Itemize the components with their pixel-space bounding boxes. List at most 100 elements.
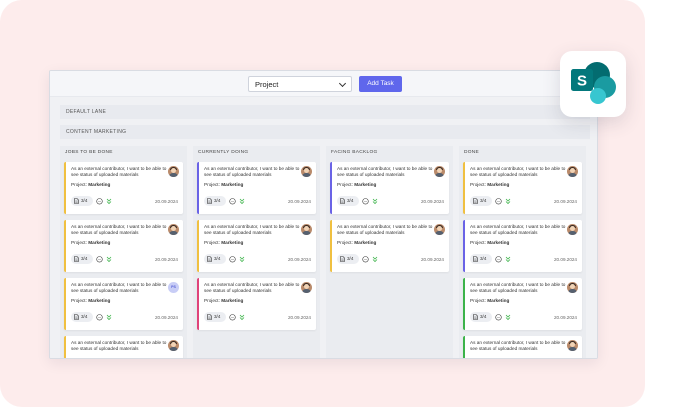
card-date: 20.09.2024 xyxy=(288,199,311,204)
avatar-body xyxy=(435,231,444,235)
task-card[interactable]: As an external contributor, I want to be… xyxy=(64,278,183,330)
column-title: CURRENTLY DOING xyxy=(198,150,249,155)
document-icon xyxy=(207,256,212,262)
card-date: 20.09.2024 xyxy=(421,257,444,262)
attachments-badge[interactable]: 3/4 xyxy=(204,254,226,264)
assignee-avatar[interactable] xyxy=(567,166,578,177)
attachments-badge[interactable]: 3/4 xyxy=(71,312,93,322)
avatar-body xyxy=(302,289,311,293)
card-date: 20.09.2024 xyxy=(421,199,444,204)
avatar-head xyxy=(304,226,309,231)
card-meta: 3/4 xyxy=(337,196,397,206)
document-icon xyxy=(207,314,212,320)
comment-icon[interactable] xyxy=(96,198,103,205)
assignee-avatar[interactable]: PS xyxy=(168,282,179,293)
task-card[interactable]: As an external contributor, I want to be… xyxy=(64,162,183,214)
task-card[interactable]: As an external contributor, I want to be… xyxy=(463,162,582,214)
card-meta: 3/4 xyxy=(71,312,131,322)
priority-low-icon xyxy=(239,314,245,321)
avatar-body xyxy=(568,289,577,293)
task-card[interactable]: As an external contributor, I want to be… xyxy=(463,220,582,272)
assignee-avatar[interactable] xyxy=(434,224,445,235)
project-label: Project: xyxy=(204,182,222,187)
assignee-avatar[interactable] xyxy=(567,282,578,293)
document-icon xyxy=(473,256,478,262)
add-task-button[interactable]: Add Task xyxy=(359,76,402,92)
comment-icon[interactable] xyxy=(362,198,369,205)
task-card[interactable]: As an external contributor, I want to be… xyxy=(330,220,449,272)
attachments-badge[interactable]: 3/4 xyxy=(71,196,93,206)
attachments-badge[interactable]: 3/4 xyxy=(337,196,359,206)
card-date: 20.09.2024 xyxy=(288,315,311,320)
comment-icon[interactable] xyxy=(96,256,103,263)
avatar-body xyxy=(169,231,178,235)
avatar-body xyxy=(568,347,577,351)
lane-default[interactable]: DEFAULT LANE xyxy=(60,105,590,119)
lane-content-marketing[interactable]: CONTENT MARKETING xyxy=(60,125,590,139)
task-card[interactable]: As an external contributor, I want to be… xyxy=(197,220,316,272)
card-description: As an external contributor, I want to be… xyxy=(204,166,300,177)
task-card[interactable]: As an external contributor, I want to be… xyxy=(64,220,183,272)
project-select-value: Project xyxy=(255,80,279,89)
chevron-down-icon xyxy=(338,79,347,88)
project-label: Project: xyxy=(470,298,488,303)
project-name: Marketing xyxy=(487,240,510,245)
task-card[interactable]: As an external contributor, I want to be… xyxy=(463,278,582,330)
assignee-avatar[interactable] xyxy=(168,224,179,235)
project-name: Marketing xyxy=(88,240,111,245)
task-card[interactable]: As an external contributor, I want to be… xyxy=(64,336,183,358)
attachments-badge[interactable]: 3/4 xyxy=(71,254,93,264)
assignee-avatar[interactable] xyxy=(168,166,179,177)
comment-icon[interactable] xyxy=(362,256,369,263)
comment-icon[interactable] xyxy=(229,256,236,263)
comment-icon[interactable] xyxy=(229,198,236,205)
project-name: Marketing xyxy=(487,298,510,303)
priority-low-icon xyxy=(372,256,378,263)
assignee-avatar[interactable] xyxy=(301,282,312,293)
comment-icon[interactable] xyxy=(495,256,502,263)
project-name: Marketing xyxy=(221,182,244,187)
avatar-head xyxy=(171,226,176,231)
task-card[interactable]: As an external contributor, I want to be… xyxy=(330,162,449,214)
board-column: DONE As an external contributor, I want t… xyxy=(459,146,586,358)
avatar-body xyxy=(568,231,577,235)
assignee-avatar[interactable] xyxy=(567,340,578,351)
project-name: Marketing xyxy=(221,298,244,303)
card-project: Project: Marketing xyxy=(71,240,110,245)
priority-low-icon xyxy=(106,314,112,321)
assignee-avatar[interactable] xyxy=(168,340,179,351)
priority-low-icon xyxy=(505,256,511,263)
card-date: 20.09.2024 xyxy=(155,257,178,262)
svg-text:S: S xyxy=(577,73,587,90)
attachments-badge[interactable]: 3/4 xyxy=(470,254,492,264)
sharepoint-icon: S xyxy=(571,62,616,104)
board: DEFAULT LANE CONTENT MARKETING JOBS TO B… xyxy=(50,97,597,358)
assignee-avatar[interactable] xyxy=(301,166,312,177)
comment-icon[interactable] xyxy=(229,314,236,321)
assignee-avatar[interactable] xyxy=(567,224,578,235)
attachments-badge[interactable]: 3/4 xyxy=(204,196,226,206)
attachments-badge[interactable]: 3/4 xyxy=(337,254,359,264)
attachments-badge[interactable]: 3/4 xyxy=(204,312,226,322)
comment-icon[interactable] xyxy=(495,314,502,321)
comment-icon[interactable] xyxy=(495,198,502,205)
attachments-count: 3/4 xyxy=(347,198,354,203)
attachments-count: 3/4 xyxy=(480,314,487,319)
project-select[interactable]: Project xyxy=(248,76,352,92)
task-card[interactable]: As an external contributor, I want to be… xyxy=(463,336,582,358)
project-label: Project: xyxy=(71,240,89,245)
avatar-body xyxy=(169,173,178,177)
assignee-avatar[interactable] xyxy=(301,224,312,235)
comment-icon[interactable] xyxy=(96,314,103,321)
task-card[interactable]: As an external contributor, I want to be… xyxy=(197,162,316,214)
avatar-head xyxy=(171,168,176,173)
attachments-count: 3/4 xyxy=(347,256,354,261)
attachments-badge[interactable]: 3/4 xyxy=(470,196,492,206)
priority-low-icon xyxy=(505,198,511,205)
task-card[interactable]: As an external contributor, I want to be… xyxy=(197,278,316,330)
assignee-avatar[interactable] xyxy=(434,166,445,177)
attachments-badge[interactable]: 3/4 xyxy=(470,312,492,322)
card-meta: 3/4 xyxy=(337,254,397,264)
document-icon xyxy=(74,198,79,204)
project-name: Marketing xyxy=(88,298,111,303)
